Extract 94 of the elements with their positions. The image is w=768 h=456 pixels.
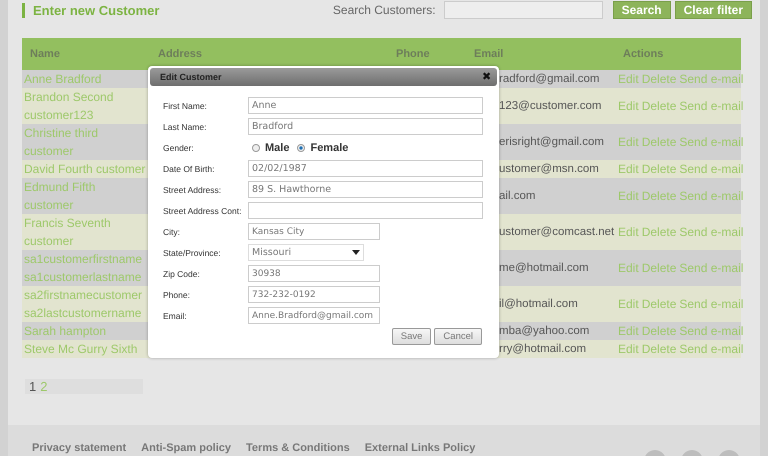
radio-button[interactable] xyxy=(252,144,260,152)
field-label: Last Name: xyxy=(163,122,208,132)
action-link[interactable]: Edit xyxy=(618,162,639,176)
field-label: Street Address: xyxy=(163,184,222,194)
radio-label: Male xyxy=(265,142,290,154)
input-field[interactable]: Bradford xyxy=(248,118,483,135)
close-button[interactable]: ✖ xyxy=(482,72,491,82)
field-label: Zip Code: xyxy=(163,268,201,278)
action-link[interactable]: Delete xyxy=(642,189,676,203)
action-link[interactable]: Delete xyxy=(642,324,676,338)
customer-name-link[interactable]: Edmund Fifth customer xyxy=(24,178,148,214)
column-heading: Email xyxy=(474,48,504,60)
customer-name-link[interactable]: Christine third customer xyxy=(24,124,148,160)
dialog-button[interactable]: Cancel xyxy=(434,328,482,345)
action-link[interactable]: Send e-mail xyxy=(679,72,744,86)
dialog-title: Edit Customer xyxy=(160,72,222,82)
customer-name-link[interactable]: Sarah hampton xyxy=(24,322,148,340)
email-cell: mba@yahoo.com xyxy=(499,325,590,337)
action-link[interactable]: Edit xyxy=(618,342,639,356)
customer-name-link[interactable]: Steve Mc Gurry Sixth xyxy=(24,340,148,358)
action-link[interactable]: Send e-mail xyxy=(679,261,744,275)
action-link[interactable]: Send e-mail xyxy=(679,324,744,338)
input-field[interactable]: 02/02/1987 xyxy=(248,160,483,177)
search-label: Search Customers: xyxy=(332,3,436,17)
action-link[interactable]: Delete xyxy=(642,225,676,239)
input-field[interactable]: 30938 xyxy=(248,265,380,282)
email-cell: ustomer@msn.com xyxy=(499,163,599,175)
field-label: Date Of Birth: xyxy=(163,164,216,174)
input-field[interactable]: Anne xyxy=(248,97,483,114)
action-link[interactable]: Edit xyxy=(618,297,639,311)
field-label: Gender: xyxy=(163,142,195,152)
input-field[interactable]: 732-232-0192 xyxy=(248,286,380,303)
action-link[interactable]: Delete xyxy=(642,99,676,113)
action-link[interactable]: Delete xyxy=(642,135,676,149)
email-cell: radford@gmail.com xyxy=(499,73,600,85)
action-link[interactable]: Edit xyxy=(618,72,639,86)
customer-name-link[interactable]: sa2firstnamecustomer sa2lastcustomername xyxy=(24,286,148,322)
customer-name-link[interactable]: David Fourth customer xyxy=(24,160,148,178)
input-field[interactable] xyxy=(248,202,483,219)
footer-link[interactable]: Privacy statement xyxy=(32,442,126,454)
email-cell: 123@customer.com xyxy=(499,100,602,112)
footer-link[interactable]: External Links Policy xyxy=(364,442,476,454)
field-label: First Name: xyxy=(163,100,208,110)
email-cell: rry@hotmail.com xyxy=(499,343,586,355)
column-heading: Phone xyxy=(396,48,430,60)
input-field[interactable]: 89 S. Hawthorne xyxy=(248,181,483,198)
field-label: City: xyxy=(163,226,181,236)
action-link[interactable]: Delete xyxy=(642,261,676,275)
page-heading: Enter new Customer xyxy=(22,2,160,18)
action-link[interactable]: Delete xyxy=(642,297,676,311)
email-cell: ail.com xyxy=(499,190,536,202)
input-field[interactable]: Anne.Bradford@gmail.com xyxy=(248,307,380,324)
footer-link[interactable]: Terms & Conditions xyxy=(246,442,350,454)
field-label: Email: xyxy=(163,310,188,320)
state-dropdown[interactable]: Missouri xyxy=(248,244,364,261)
action-link[interactable]: Send e-mail xyxy=(679,342,744,356)
action-link[interactable]: Edit xyxy=(618,225,639,239)
email-cell: erisright@gmail.com xyxy=(499,136,604,148)
email-cell: il@hotmail.com xyxy=(499,298,578,310)
action-link[interactable]: Edit xyxy=(618,135,639,149)
radio-button[interactable] xyxy=(297,144,306,152)
action-link[interactable]: Send e-mail xyxy=(679,189,744,203)
action-link[interactable]: Delete xyxy=(642,342,676,356)
field-label: Street Address Cont: xyxy=(163,206,242,216)
field-label: State/Province: xyxy=(163,248,222,258)
filter-button[interactable]: Clear filter xyxy=(674,1,752,19)
action-link[interactable]: Send e-mail xyxy=(679,135,744,149)
filter-button[interactable]: Search xyxy=(612,1,671,19)
action-link[interactable]: Delete xyxy=(642,72,676,86)
customer-name-link[interactable]: Brandon Second customer123 xyxy=(24,88,148,124)
footer-link[interactable]: Anti-Spam policy xyxy=(141,442,232,454)
dropdown-value: Missouri xyxy=(252,247,292,258)
action-link[interactable]: Delete xyxy=(642,162,676,176)
action-link[interactable]: Edit xyxy=(618,261,639,275)
radio-label: Female xyxy=(310,142,348,154)
action-link[interactable]: Edit xyxy=(618,189,639,203)
column-heading: Address xyxy=(158,48,202,60)
dialog-button[interactable]: Save xyxy=(392,328,432,345)
page-link[interactable]: 2 xyxy=(40,379,48,394)
action-link[interactable]: Edit xyxy=(618,99,639,113)
email-cell: me@hotmail.com xyxy=(499,262,589,274)
customer-name-link[interactable]: Anne Bradford xyxy=(24,70,148,88)
email-cell: ustomer@comcast.net xyxy=(499,226,614,238)
column-heading: Name xyxy=(30,48,60,60)
page-link[interactable]: 1 xyxy=(29,379,36,394)
column-heading: Actions xyxy=(623,48,664,60)
action-link[interactable]: Send e-mail xyxy=(679,99,744,113)
action-link[interactable]: Send e-mail xyxy=(679,162,744,176)
input-field[interactable]: Kansas City xyxy=(248,223,380,240)
search-field[interactable] xyxy=(444,1,603,19)
action-link[interactable]: Send e-mail xyxy=(679,225,744,239)
action-link[interactable]: Send e-mail xyxy=(679,297,744,311)
action-link[interactable]: Edit xyxy=(618,324,639,338)
field-label: Phone: xyxy=(163,290,191,300)
